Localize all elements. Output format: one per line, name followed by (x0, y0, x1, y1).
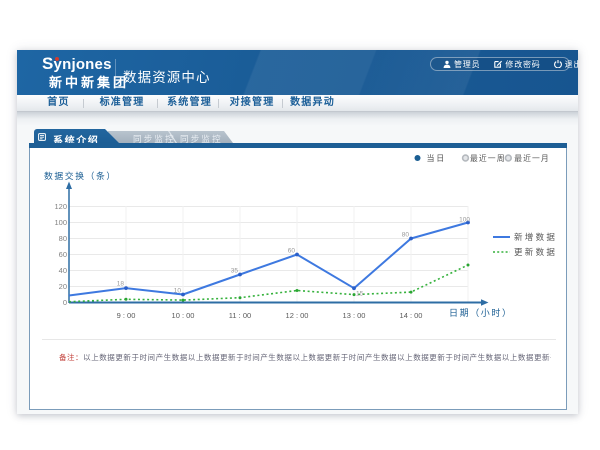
svg-text:日期（小时）: 日期（小时） (449, 307, 513, 318)
svg-text:20: 20 (59, 282, 67, 291)
svg-text:120: 120 (54, 202, 67, 211)
svg-text:0: 0 (63, 298, 67, 307)
svg-text:新增数据: 新增数据 (514, 232, 557, 242)
svg-text:100: 100 (459, 217, 470, 224)
svg-text:最近一月: 最近一月 (514, 153, 550, 163)
svg-text:80: 80 (402, 232, 410, 239)
svg-text:15: 15 (356, 291, 364, 298)
svg-text:13 : 00: 13 : 00 (343, 311, 366, 320)
svg-text:11 : 00: 11 : 00 (229, 311, 251, 320)
svg-text:60: 60 (288, 248, 296, 255)
svg-text:40: 40 (59, 266, 67, 275)
svg-text:18: 18 (117, 281, 125, 288)
svg-text:10: 10 (174, 288, 182, 295)
svg-text:更新数据: 更新数据 (514, 247, 557, 257)
svg-text:12 : 00: 12 : 00 (286, 311, 309, 320)
svg-text:100: 100 (54, 218, 67, 227)
svg-text:14 : 00: 14 : 00 (400, 311, 423, 320)
svg-text:当日: 当日 (427, 153, 447, 163)
svg-text:35: 35 (231, 268, 239, 275)
svg-text:80: 80 (59, 234, 67, 243)
svg-text:9 : 00: 9 : 00 (117, 311, 136, 320)
svg-text:最近一周: 最近一周 (470, 153, 506, 163)
svg-text:60: 60 (59, 250, 67, 259)
svg-text:数据交换（条）: 数据交换（条） (44, 170, 117, 181)
svg-text:10 : 00: 10 : 00 (172, 311, 195, 320)
